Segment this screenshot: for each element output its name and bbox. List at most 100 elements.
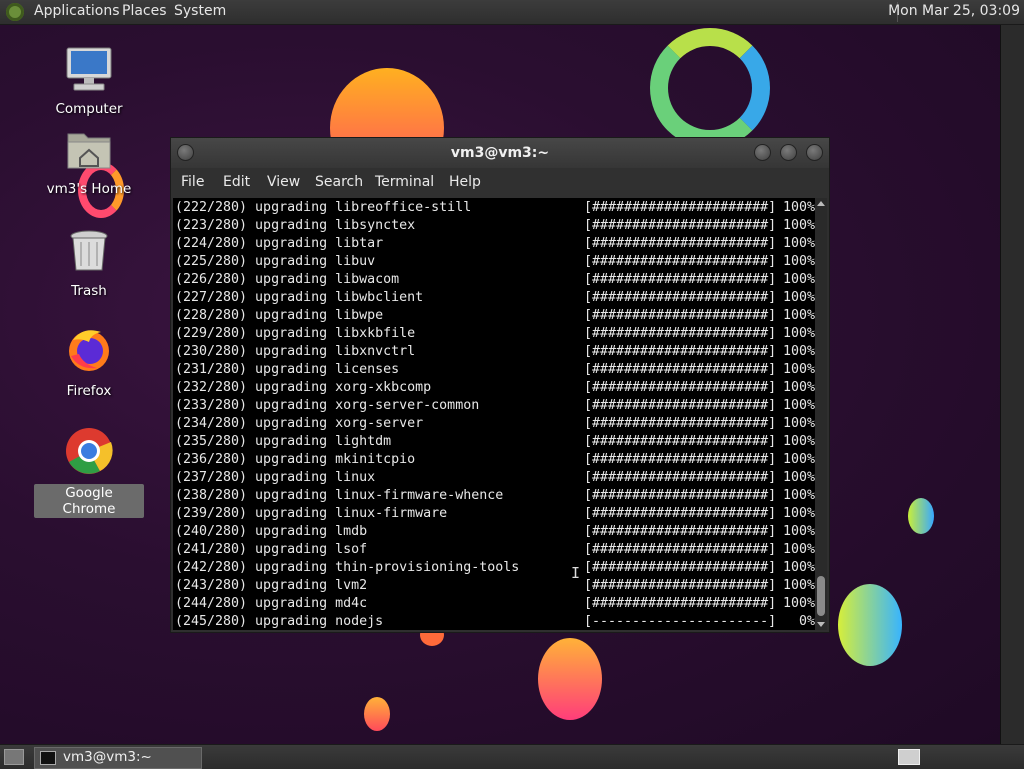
- desktop-icon-trash[interactable]: Trash: [34, 228, 144, 300]
- terminal-line-bar: [----------------------]: [584, 614, 777, 629]
- terminal-line-desc: (244/280) upgrading md4c: [175, 596, 368, 611]
- scroll-down-icon[interactable]: [817, 622, 825, 627]
- terminal-icon: [40, 751, 56, 765]
- terminal-line-pct: 100%: [782, 560, 815, 575]
- scrollbar-thumb[interactable]: [817, 576, 825, 616]
- terminal-line-pct: 100%: [782, 200, 815, 215]
- top-panel: Applications Places System Mon Mar 25, 0…: [0, 0, 1024, 25]
- terminal-line-pct: 100%: [782, 272, 815, 287]
- terminal-line-desc: (228/280) upgrading libwpe: [175, 308, 384, 323]
- computer-icon: [66, 47, 112, 91]
- menu-search[interactable]: Search: [315, 174, 363, 190]
- terminal-line-desc: (232/280) upgrading xorg-xkbcomp: [175, 380, 432, 395]
- terminal-line-desc: (242/280) upgrading thin-provisioning-to…: [175, 560, 520, 575]
- terminal-line-pct: 100%: [782, 344, 815, 359]
- terminal-line: (243/280) upgrading lvm2 [###############…: [175, 577, 815, 595]
- terminal-line-pct: 100%: [782, 380, 815, 395]
- terminal-line: (231/280) upgrading licenses [###########…: [175, 361, 815, 379]
- terminal-line-desc: (225/280) upgrading libuv: [175, 254, 376, 269]
- terminal-line-desc: (222/280) upgrading libreoffice-still: [175, 200, 472, 215]
- terminal-line-pct: 100%: [782, 434, 815, 449]
- terminal-line: (232/280) upgrading xorg-xkbcomp [#######…: [175, 379, 815, 397]
- terminal-line-pct: 100%: [782, 416, 815, 431]
- terminal-line-bar: [######################]: [584, 200, 777, 215]
- terminal-line-bar: [######################]: [584, 524, 777, 539]
- terminal-line-bar: [######################]: [584, 344, 777, 359]
- window-titlebar[interactable]: vm3@vm3:~: [171, 138, 829, 168]
- close-button[interactable]: [806, 144, 823, 161]
- terminal-line: (226/280) upgrading libwacom [###########…: [175, 271, 815, 289]
- terminal-line-bar: [######################]: [584, 506, 777, 521]
- desktop-icon-label: Computer: [55, 101, 123, 117]
- terminal-line-pct: 100%: [782, 236, 815, 251]
- terminal-line-pct: 100%: [782, 488, 815, 503]
- menu-file[interactable]: File: [181, 174, 204, 190]
- terminal-line-pct: 100%: [782, 362, 815, 377]
- terminal-line: (234/280) upgrading xorg-server [########…: [175, 415, 815, 433]
- terminal-line-bar: [######################]: [584, 578, 777, 593]
- menu-system[interactable]: System: [174, 3, 226, 19]
- terminal-line-desc: (223/280) upgrading libsynctex: [175, 218, 416, 233]
- desktop-icon-label: vm3's Home: [46, 181, 132, 197]
- desktop-icon-firefox[interactable]: Firefox: [34, 326, 144, 400]
- terminal-line: (238/280) upgrading linux-firmware-whenc…: [175, 487, 815, 505]
- terminal-line-pct: 100%: [782, 326, 815, 341]
- terminal-line-pct: 100%: [782, 542, 815, 557]
- minimize-button[interactable]: [754, 144, 771, 161]
- terminal-line-pct: 100%: [782, 254, 815, 269]
- terminal-window[interactable]: vm3@vm3:~ File Edit View Search Terminal…: [170, 137, 830, 633]
- terminal-line-desc: (239/280) upgrading linux-firmware: [175, 506, 448, 521]
- menu-applications[interactable]: Applications: [34, 3, 120, 19]
- menu-view[interactable]: View: [267, 174, 300, 190]
- terminal-line-pct: 100%: [782, 308, 815, 323]
- terminal-line: (233/280) upgrading xorg-server-common [#…: [175, 397, 815, 415]
- clock[interactable]: Mon Mar 25, 03:09: [888, 3, 1020, 19]
- desktop-icon-label: Trash: [71, 283, 107, 299]
- terminal-output[interactable]: (222/280) upgrading libreoffice-still [##…: [173, 198, 815, 630]
- terminal-line-desc: (226/280) upgrading libwacom: [175, 272, 400, 287]
- desktop-icon-chrome[interactable]: Google Chrome: [34, 426, 144, 518]
- desktop-icon-home[interactable]: vm3's Home: [34, 128, 144, 198]
- terminal-line: (229/280) upgrading libxkbfile [#########…: [175, 325, 815, 343]
- taskbar-label: vm3@vm3:~: [63, 749, 152, 765]
- terminal-line-desc: (234/280) upgrading xorg-server: [175, 416, 424, 431]
- show-desktop-icon[interactable]: [4, 749, 24, 765]
- wallpaper-ring: [650, 28, 770, 148]
- terminal-line-desc: (238/280) upgrading linux-firmware-whenc…: [175, 488, 504, 503]
- terminal-line-bar: [######################]: [584, 488, 777, 503]
- wallpaper-shape: [838, 584, 902, 666]
- window-title: vm3@vm3:~: [450, 145, 550, 161]
- terminal-line: (225/280) upgrading libuv [##############…: [175, 253, 815, 271]
- menu-help[interactable]: Help: [449, 174, 481, 190]
- terminal-line-bar: [######################]: [584, 380, 777, 395]
- workspace-switcher[interactable]: [898, 749, 920, 765]
- home-folder-icon: [67, 133, 111, 169]
- terminal-line: (244/280) upgrading md4c [###############…: [175, 595, 815, 613]
- taskbar-button-terminal[interactable]: vm3@vm3:~: [34, 747, 202, 769]
- wallpaper-shape: [364, 697, 390, 731]
- terminal-line-desc: (231/280) upgrading licenses: [175, 362, 400, 377]
- terminal-line-bar: [######################]: [584, 542, 777, 557]
- terminal-line-desc: (233/280) upgrading xorg-server-common: [175, 398, 480, 413]
- terminal-line: (236/280) upgrading mkinitcpio [#########…: [175, 451, 815, 469]
- terminal-line: (241/280) upgrading lsof [###############…: [175, 541, 815, 559]
- firefox-icon: [69, 330, 109, 371]
- applications-logo-icon[interactable]: [6, 3, 24, 21]
- terminal-line-bar: [######################]: [584, 236, 777, 251]
- menu-edit[interactable]: Edit: [223, 174, 250, 190]
- menu-places[interactable]: Places: [122, 3, 167, 19]
- desktop-icon-computer[interactable]: Computer: [34, 46, 144, 118]
- terminal-line: (235/280) upgrading lightdm [############…: [175, 433, 815, 451]
- window-menu-icon[interactable]: [177, 144, 194, 161]
- scroll-up-icon[interactable]: [817, 201, 825, 206]
- terminal-line-desc: (229/280) upgrading libxkbfile: [175, 326, 416, 341]
- scrollbar[interactable]: [815, 198, 827, 630]
- terminal-line-bar: [######################]: [584, 362, 777, 377]
- maximize-button[interactable]: [780, 144, 797, 161]
- menu-terminal[interactable]: Terminal: [375, 174, 434, 190]
- terminal-line-pct: 100%: [782, 524, 815, 539]
- terminal-line-pct: 100%: [782, 506, 815, 521]
- terminal-lines: (222/280) upgrading libreoffice-still [##…: [175, 199, 815, 630]
- terminal-line: (239/280) upgrading linux-firmware [#####…: [175, 505, 815, 523]
- terminal-line: (222/280) upgrading libreoffice-still [##…: [175, 199, 815, 217]
